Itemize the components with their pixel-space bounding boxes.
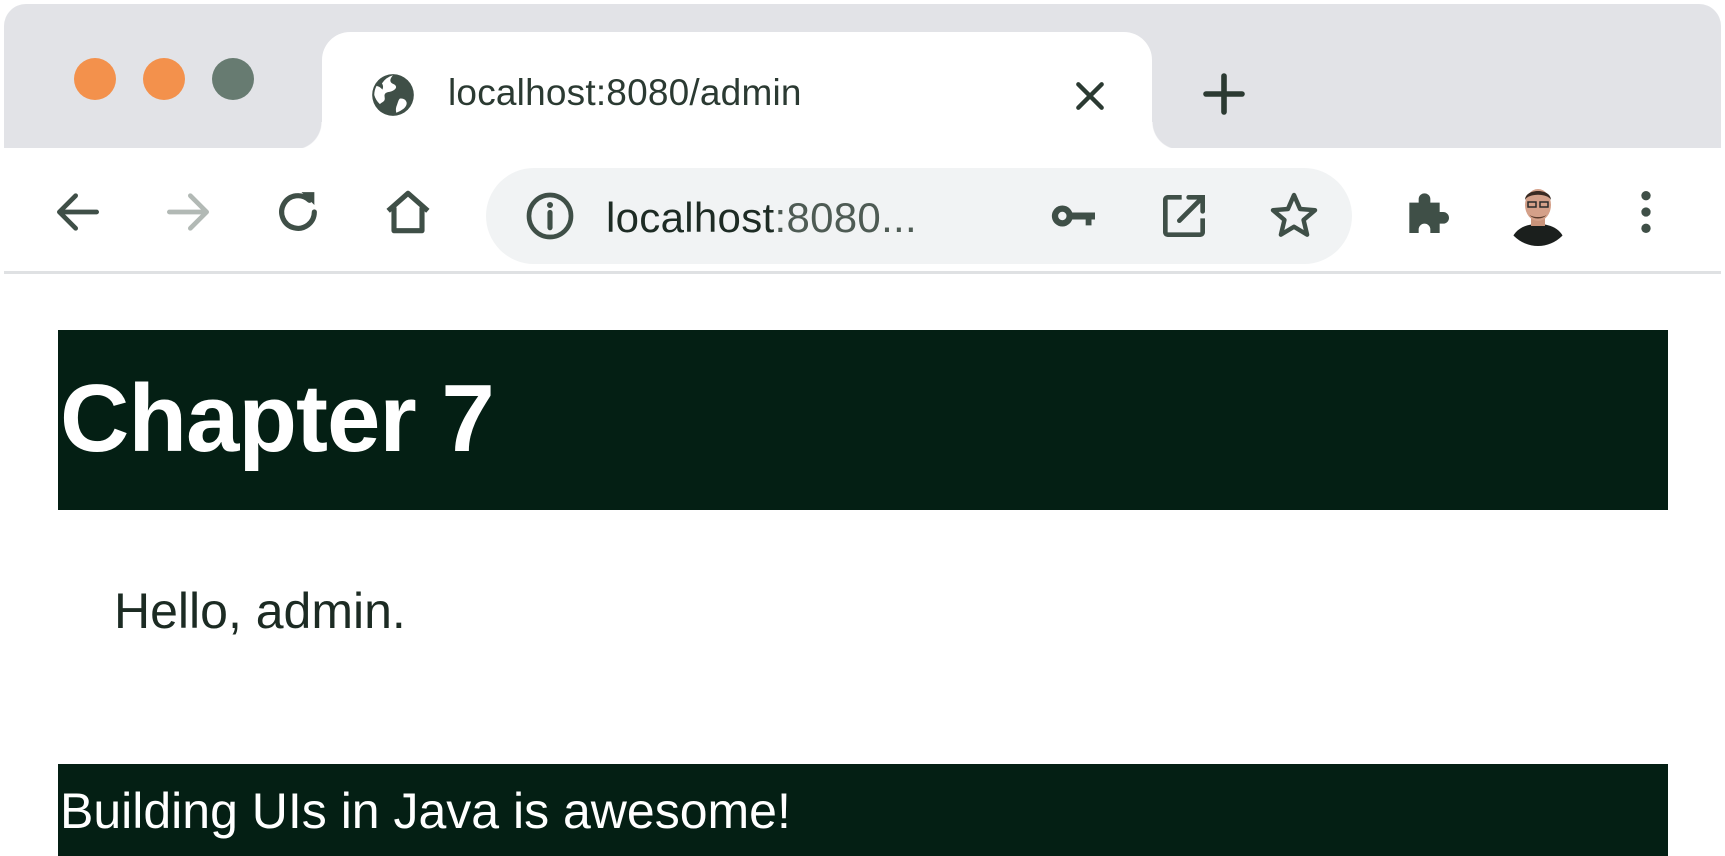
page-content: Chapter 7 Hello, admin. Building UIs in …	[4, 276, 1721, 856]
url-rest: :8080...	[774, 194, 917, 241]
window-maximize-button[interactable]	[212, 58, 254, 100]
greeting-text: Hello, admin.	[114, 583, 406, 639]
browser-toolbar: localhost:8080...	[4, 148, 1721, 274]
info-icon[interactable]	[522, 188, 578, 244]
more-vertical-icon[interactable]	[1618, 184, 1674, 240]
browser-tab[interactable]: localhost:8080/admin	[294, 32, 1180, 150]
reload-icon[interactable]	[270, 184, 326, 240]
open-external-icon[interactable]	[1156, 188, 1212, 244]
page-title: Chapter 7	[60, 365, 495, 472]
page-header: Chapter 7	[58, 330, 1668, 510]
address-bar[interactable]: localhost:8080...	[486, 168, 1352, 264]
tab-strip: localhost:8080/admin	[4, 4, 1721, 150]
puzzle-icon[interactable]	[1400, 184, 1456, 240]
avatar[interactable]	[1504, 178, 1572, 246]
profile-photo	[1504, 178, 1572, 246]
arrow-left-icon[interactable]	[50, 184, 106, 240]
key-icon[interactable]	[1046, 188, 1102, 244]
page-footer: Building UIs in Java is awesome!	[58, 764, 1668, 856]
url-text[interactable]: localhost:8080...	[606, 194, 917, 242]
star-icon[interactable]	[1266, 188, 1322, 244]
footer-text: Building UIs in Java is awesome!	[60, 783, 791, 839]
window-close-button[interactable]	[74, 58, 116, 100]
close-icon[interactable]	[1070, 76, 1110, 116]
arrow-right-icon[interactable]	[160, 184, 216, 240]
tab-title: localhost:8080/admin	[448, 72, 802, 113]
window-minimize-button[interactable]	[143, 58, 185, 100]
browser-window: localhost:8080/admin localhost:8080... C…	[4, 4, 1721, 856]
globe-icon	[372, 74, 414, 116]
url-host: localhost	[606, 194, 775, 241]
plus-icon[interactable]	[1200, 70, 1248, 118]
home-icon[interactable]	[380, 184, 436, 240]
